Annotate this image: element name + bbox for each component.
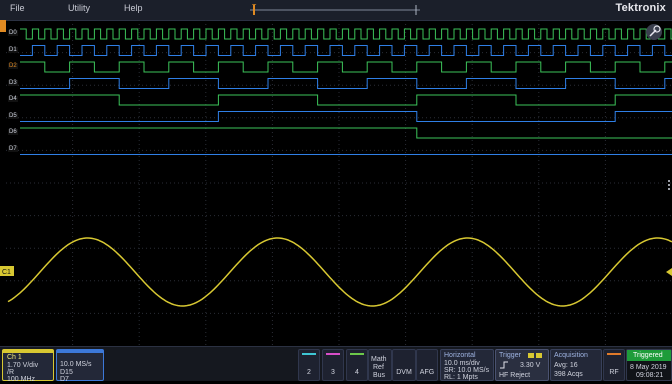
ch4-label: 4 — [355, 369, 359, 376]
ref-label: Ref — [373, 364, 384, 371]
rising-edge-icon — [500, 361, 508, 369]
digital-traces — [20, 28, 672, 155]
dvm-button[interactable]: DVM — [392, 349, 416, 381]
digital-trace-d1 — [20, 45, 672, 56]
digital-trace-d2 — [20, 61, 672, 73]
digital-label-d1[interactable]: D1 — [8, 46, 18, 53]
digital-label-d0[interactable]: D0 — [8, 30, 18, 36]
trigger-level-marker — [666, 268, 672, 276]
ch2-button[interactable]: 2 — [298, 349, 320, 381]
digital-label-d2[interactable]: D2 — [8, 63, 18, 69]
digital-label-d3[interactable]: D3 — [8, 79, 18, 86]
acquisition-avg: Avg: 16 — [554, 362, 578, 369]
analog-trace — [7, 237, 672, 307]
ch3-button[interactable]: 3 — [322, 349, 344, 381]
horizontal-record-length: RL: 1 Mpts — [444, 374, 478, 381]
digital-label-d5[interactable]: D5 — [8, 112, 18, 119]
bus-d7: D7 — [60, 376, 69, 383]
digital-trace-d6 — [20, 127, 672, 139]
status-time: 09:08:21 — [636, 372, 664, 379]
settings-bar: Ch 1 1.70 V/div /R 100 MHz 10.0 MS/s D15… — [0, 346, 672, 383]
waveform-display[interactable]: C1 — [0, 20, 672, 346]
acquisition-title: Acquisition — [554, 352, 588, 359]
ch1-badge[interactable]: Ch 1 1.70 V/div /R 100 MHz — [2, 349, 54, 383]
digital-trace-d3 — [20, 78, 672, 89]
brand-logo: Tektronix — [615, 2, 666, 14]
trigger-source-icon — [528, 353, 534, 358]
ch4-button[interactable]: 4 — [346, 349, 368, 381]
trace-markers: C1 — [0, 20, 672, 276]
bus-rate: 10.0 MS/s — [60, 361, 92, 368]
acquisition-badge[interactable]: Acquisition Avg: 16 398 Acqs — [550, 349, 602, 381]
math-label: Math — [371, 356, 387, 363]
ch1-waveform — [7, 237, 672, 307]
horizontal-badge[interactable]: Horizontal 10.0 ms/div SR: 10.0 MS/s RL:… — [440, 349, 494, 381]
menu-file[interactable]: File — [10, 3, 25, 13]
waveform-view-slider[interactable]: T — [250, 4, 420, 16]
digital-trace-d5 — [20, 111, 672, 122]
digital-trace-d0 — [20, 28, 672, 40]
trigger-title: Trigger — [499, 352, 521, 359]
trigger-mode: HF Reject — [499, 372, 531, 379]
digital-trace-d4 — [20, 94, 672, 106]
trigger-position-marker — [0, 20, 6, 32]
bus-badge[interactable]: 10.0 MS/s D15 D7 — [56, 349, 104, 383]
trigger-state: Triggered — [633, 352, 663, 359]
horizontal-title: Horizontal — [444, 352, 476, 359]
ch1-title: Ch 1 — [7, 354, 22, 361]
ch1-marker-label: C1 — [2, 269, 11, 276]
menu-utility[interactable]: Utility — [68, 3, 90, 13]
more-options-icon[interactable] — [668, 180, 670, 190]
ch3-label: 3 — [331, 369, 335, 376]
menu-bar: File Utility Help T Tektronix — [0, 0, 672, 21]
graticule — [6, 20, 672, 346]
bus-label: Bus — [373, 372, 386, 379]
status-badge[interactable]: Triggered 8 May 2019 09:08:21 — [626, 349, 672, 381]
status-date: 8 May 2019 — [630, 364, 667, 371]
digital-label-d6[interactable]: D6 — [8, 129, 18, 135]
trigger-source-icon-2 — [536, 353, 542, 358]
math-ref-bus-button[interactable]: Math Ref Bus — [368, 349, 392, 381]
digital-label-d4[interactable]: D4 — [8, 96, 18, 102]
trigger-level: 3.30 V — [520, 362, 541, 369]
rf-label: RF — [609, 369, 619, 376]
afg-label: AFG — [419, 369, 435, 376]
trigger-badge[interactable]: Trigger 3.30 V HF Reject — [495, 349, 549, 381]
ch2-label: 2 — [307, 369, 311, 376]
afg-button[interactable]: AFG — [416, 349, 438, 381]
dvm-label: DVM — [396, 369, 412, 376]
ch1-bandwidth: 100 MHz — [7, 376, 36, 383]
svg-text:T: T — [252, 4, 257, 11]
menu-help[interactable]: Help — [124, 3, 143, 13]
digital-label-d7[interactable]: D7 — [8, 145, 18, 152]
rf-button[interactable]: RF — [603, 349, 625, 381]
acquisition-count: 398 Acqs — [554, 371, 583, 378]
